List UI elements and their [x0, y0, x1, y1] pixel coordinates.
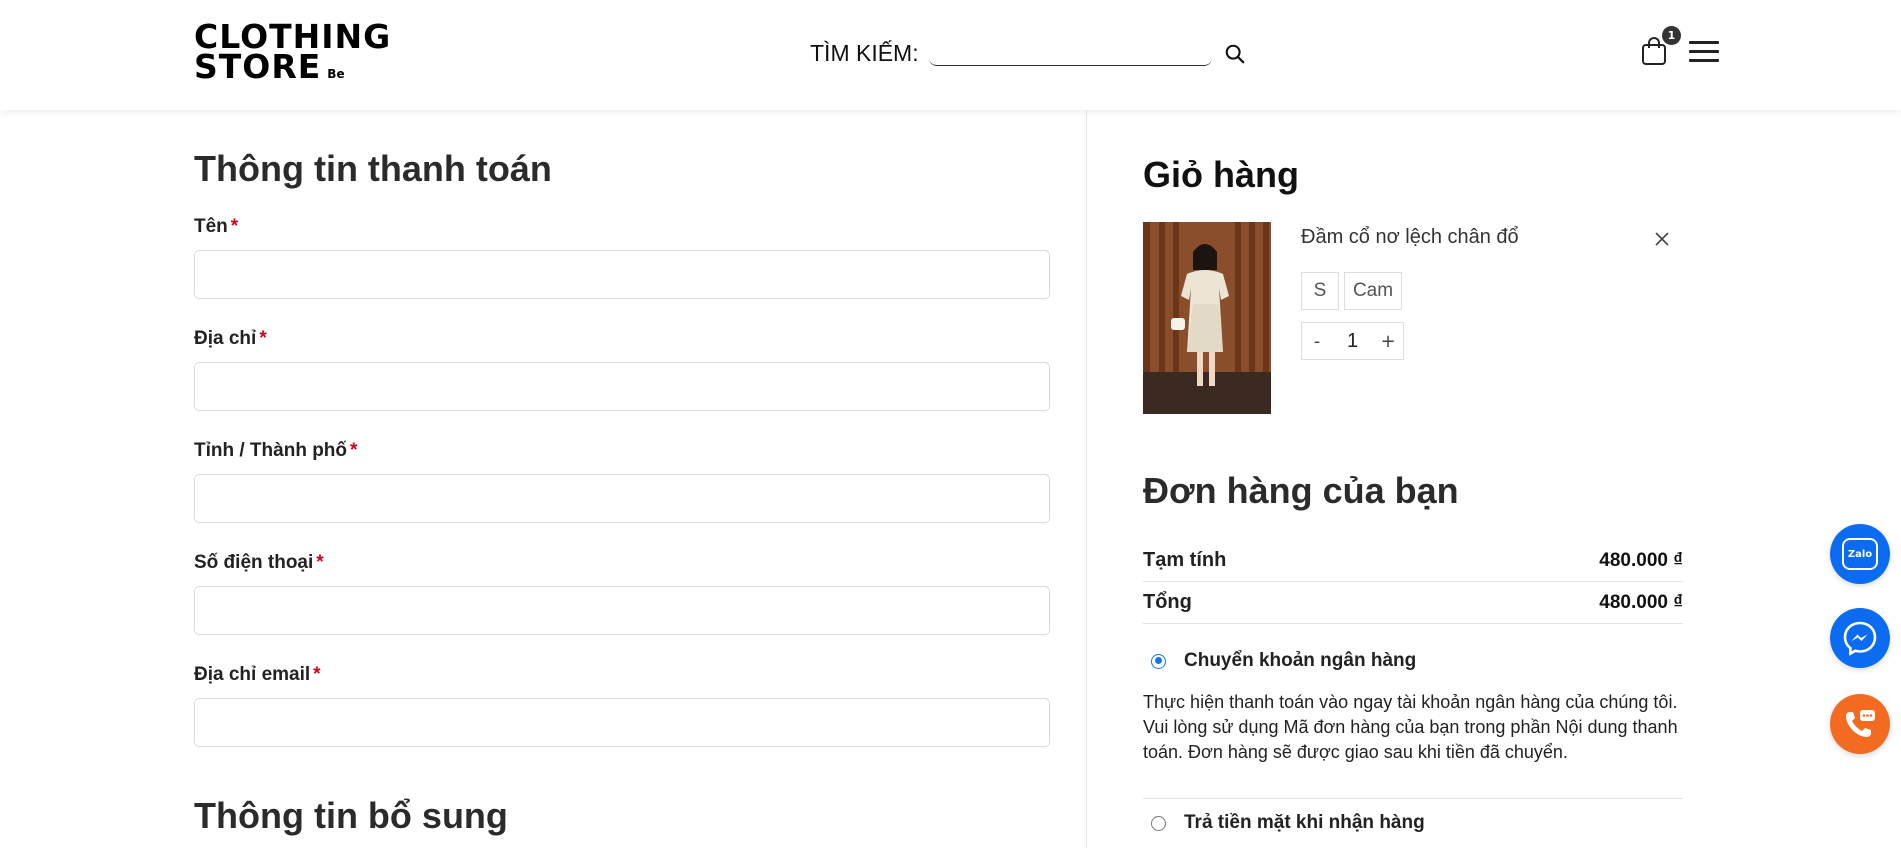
field-phone-label: Số điện thoại * — [194, 552, 1050, 574]
field-label-text: Địa chỉ — [194, 328, 257, 349]
logo-line2: STORE Be — [194, 50, 391, 89]
field-name: Tên * — [194, 216, 1050, 299]
billing-title: Thông tin thanh toán — [194, 148, 552, 189]
payment-option-bank[interactable]: Chuyển khoản ngân hàng — [1143, 650, 1683, 672]
search-label: TÌM KIẾM: — [810, 40, 919, 66]
logo-line2-text: STORE — [194, 47, 322, 86]
cod-label[interactable]: Trả tiền mặt khi nhận hàng — [1184, 812, 1425, 834]
additional-info-title: Thông tin bổ sung — [194, 795, 508, 836]
field-label-text: Tỉnh / Thành phố — [194, 440, 348, 461]
zalo-button[interactable]: Zalo — [1830, 524, 1890, 584]
payment-divider — [1143, 798, 1683, 799]
close-icon — [1655, 232, 1669, 246]
required-mark: * — [230, 216, 239, 237]
qty-increase-button[interactable]: + — [1373, 331, 1403, 352]
total-row: Tổng 480.000 ₫ — [1143, 582, 1683, 624]
field-address-label: Địa chỉ * — [194, 328, 1050, 350]
field-label-text: Tên — [194, 216, 228, 237]
menu-button[interactable] — [1689, 41, 1719, 65]
product-name[interactable]: Đầm cổ nơ lệch chân đổ — [1301, 226, 1519, 249]
required-mark: * — [350, 440, 358, 461]
order-title: Đơn hàng của bạn — [1143, 470, 1459, 511]
name-input[interactable] — [194, 250, 1050, 299]
field-phone: Số điện thoại * — [194, 552, 1050, 635]
field-email-label: Địa chỉ email * — [194, 664, 1050, 686]
store-logo[interactable]: CLOTHING STORE Be — [194, 20, 391, 89]
field-email: Địa chỉ email * — [194, 664, 1050, 747]
search-bar: TÌM KIẾM: — [810, 40, 1248, 67]
field-name-label: Tên * — [194, 216, 1050, 238]
address-input[interactable] — [194, 362, 1050, 411]
phone-button[interactable] — [1830, 694, 1890, 754]
required-mark: * — [316, 552, 324, 573]
field-city: Tỉnh / Thành phố * — [194, 440, 1050, 523]
bank-transfer-label[interactable]: Chuyển khoản ngân hàng — [1184, 650, 1416, 672]
qty-decrease-button[interactable]: - — [1302, 331, 1332, 352]
cart-title: Giỏ hàng — [1143, 154, 1299, 195]
total-value: 480.000 ₫ — [1599, 591, 1683, 613]
payment-option-cod[interactable]: Trả tiền mặt khi nhận hàng — [1143, 812, 1683, 834]
size-chip: S — [1301, 272, 1339, 310]
column-divider — [1086, 110, 1087, 848]
qty-input[interactable] — [1332, 329, 1373, 353]
logo-sub: Be — [327, 67, 345, 81]
remove-item-button[interactable] — [1653, 230, 1673, 250]
search-button[interactable] — [1222, 41, 1248, 67]
field-address: Địa chỉ * — [194, 328, 1050, 411]
total-label: Tổng — [1143, 591, 1192, 613]
search-icon — [1225, 44, 1245, 63]
color-chip: Cam — [1344, 272, 1402, 310]
field-label-text: Số điện thoại — [194, 552, 314, 573]
phone-icon — [1846, 710, 1875, 737]
subtotal-value: 480.000 ₫ — [1599, 549, 1683, 571]
site-header: CLOTHING STORE Be TÌM KIẾM: 1 — [0, 0, 1901, 110]
bank-transfer-description: Thực hiện thanh toán vào ngay tài khoản … — [1143, 692, 1678, 762]
quantity-stepper: - + — [1301, 322, 1404, 360]
hamburger-menu-icon-bar — [1689, 50, 1719, 53]
subtotal-row: Tạm tính 480.000 ₫ — [1143, 540, 1683, 582]
field-city-label: Tỉnh / Thành phố * — [194, 440, 1050, 462]
hamburger-menu-icon-bar — [1689, 59, 1719, 62]
product-photo — [1143, 222, 1271, 414]
search-input[interactable] — [928, 41, 1212, 66]
zalo-icon: Zalo — [1842, 538, 1878, 570]
hamburger-menu-icon-bar — [1689, 41, 1719, 44]
cod-radio[interactable] — [1151, 815, 1166, 831]
product-image[interactable] — [1143, 222, 1271, 414]
subtotal-label: Tạm tính — [1143, 549, 1227, 571]
required-mark: * — [313, 664, 321, 685]
bank-transfer-radio[interactable] — [1151, 653, 1166, 669]
messenger-button[interactable] — [1830, 608, 1890, 668]
cart-count-badge: 1 — [1662, 26, 1681, 45]
messenger-icon — [1843, 621, 1877, 656]
email-input[interactable] — [194, 698, 1050, 747]
phone-input[interactable] — [194, 586, 1050, 635]
required-mark: * — [259, 328, 267, 349]
city-input[interactable] — [194, 474, 1050, 523]
zalo-text: Zalo — [1847, 548, 1873, 560]
field-label-text: Địa chỉ email — [194, 664, 311, 685]
